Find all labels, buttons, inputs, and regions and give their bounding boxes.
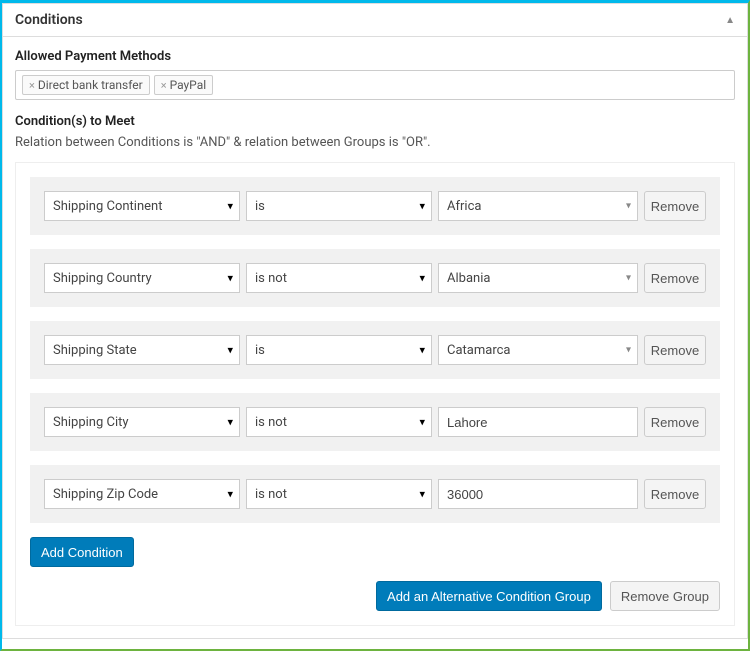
payment-method-tag[interactable]: × PayPal bbox=[154, 75, 213, 95]
rule-value-select[interactable]: Catamarca bbox=[438, 335, 638, 365]
rule-row: Shipping State is Catamarca Remove bbox=[44, 335, 706, 365]
rule-field-select[interactable]: Shipping City bbox=[44, 407, 240, 437]
allowed-methods-input[interactable]: × Direct bank transfer × PayPal bbox=[15, 70, 735, 100]
rule-group: Shipping Country is not Albania Remove bbox=[30, 249, 720, 307]
panel-body: Allowed Payment Methods × Direct bank tr… bbox=[3, 37, 747, 638]
add-condition-button[interactable]: Add Condition bbox=[30, 537, 134, 567]
collapse-icon[interactable]: ▲ bbox=[725, 15, 735, 26]
rule-operator-select[interactable]: is bbox=[246, 335, 432, 365]
panel-title: Conditions bbox=[15, 12, 83, 28]
remove-rule-button[interactable]: Remove bbox=[644, 407, 706, 437]
rule-row: Shipping Zip Code is not Remove bbox=[44, 479, 706, 509]
rule-group: Shipping Zip Code is not Remove bbox=[30, 465, 720, 523]
rule-group: Shipping Continent is Africa Remove bbox=[30, 177, 720, 235]
rules-container: Shipping Continent is Africa Remove Ship… bbox=[15, 162, 735, 626]
tag-remove-icon[interactable]: × bbox=[161, 79, 167, 92]
rule-row: Shipping City is not Remove bbox=[44, 407, 706, 437]
remove-rule-button[interactable]: Remove bbox=[644, 263, 706, 293]
add-alternative-group-button[interactable]: Add an Alternative Condition Group bbox=[376, 581, 602, 611]
rule-group: Shipping State is Catamarca Remove bbox=[30, 321, 720, 379]
rule-row: Shipping Continent is Africa Remove bbox=[44, 191, 706, 221]
remove-group-button[interactable]: Remove Group bbox=[610, 581, 720, 611]
allowed-methods-label: Allowed Payment Methods bbox=[15, 49, 735, 64]
remove-rule-button[interactable]: Remove bbox=[644, 191, 706, 221]
rule-field-select[interactable]: Shipping State bbox=[44, 335, 240, 365]
payment-method-tag[interactable]: × Direct bank transfer bbox=[22, 75, 150, 95]
rule-row: Shipping Country is not Albania Remove bbox=[44, 263, 706, 293]
rule-operator-select[interactable]: is not bbox=[246, 407, 432, 437]
rule-operator-select[interactable]: is not bbox=[246, 263, 432, 293]
rule-field-select[interactable]: Shipping Country bbox=[44, 263, 240, 293]
rule-group: Shipping City is not Remove bbox=[30, 393, 720, 451]
conditions-help-text: Relation between Conditions is "AND" & r… bbox=[15, 135, 735, 150]
remove-rule-button[interactable]: Remove bbox=[644, 479, 706, 509]
rule-value-input[interactable] bbox=[438, 407, 638, 437]
remove-rule-button[interactable]: Remove bbox=[644, 335, 706, 365]
conditions-panel: Conditions ▲ Allowed Payment Methods × D… bbox=[2, 3, 748, 639]
rule-field-select[interactable]: Shipping Zip Code bbox=[44, 479, 240, 509]
rule-value-select[interactable]: Albania bbox=[438, 263, 638, 293]
rule-field-select[interactable]: Shipping Continent bbox=[44, 191, 240, 221]
tag-label: PayPal bbox=[170, 78, 207, 92]
rule-value-select[interactable]: Africa bbox=[438, 191, 638, 221]
rule-operator-select[interactable]: is bbox=[246, 191, 432, 221]
conditions-to-meet-label: Condition(s) to Meet bbox=[15, 114, 735, 129]
rule-value-input[interactable] bbox=[438, 479, 638, 509]
tag-remove-icon[interactable]: × bbox=[29, 79, 35, 92]
panel-header[interactable]: Conditions ▲ bbox=[3, 4, 747, 37]
rule-operator-select[interactable]: is not bbox=[246, 479, 432, 509]
tag-label: Direct bank transfer bbox=[38, 78, 143, 92]
